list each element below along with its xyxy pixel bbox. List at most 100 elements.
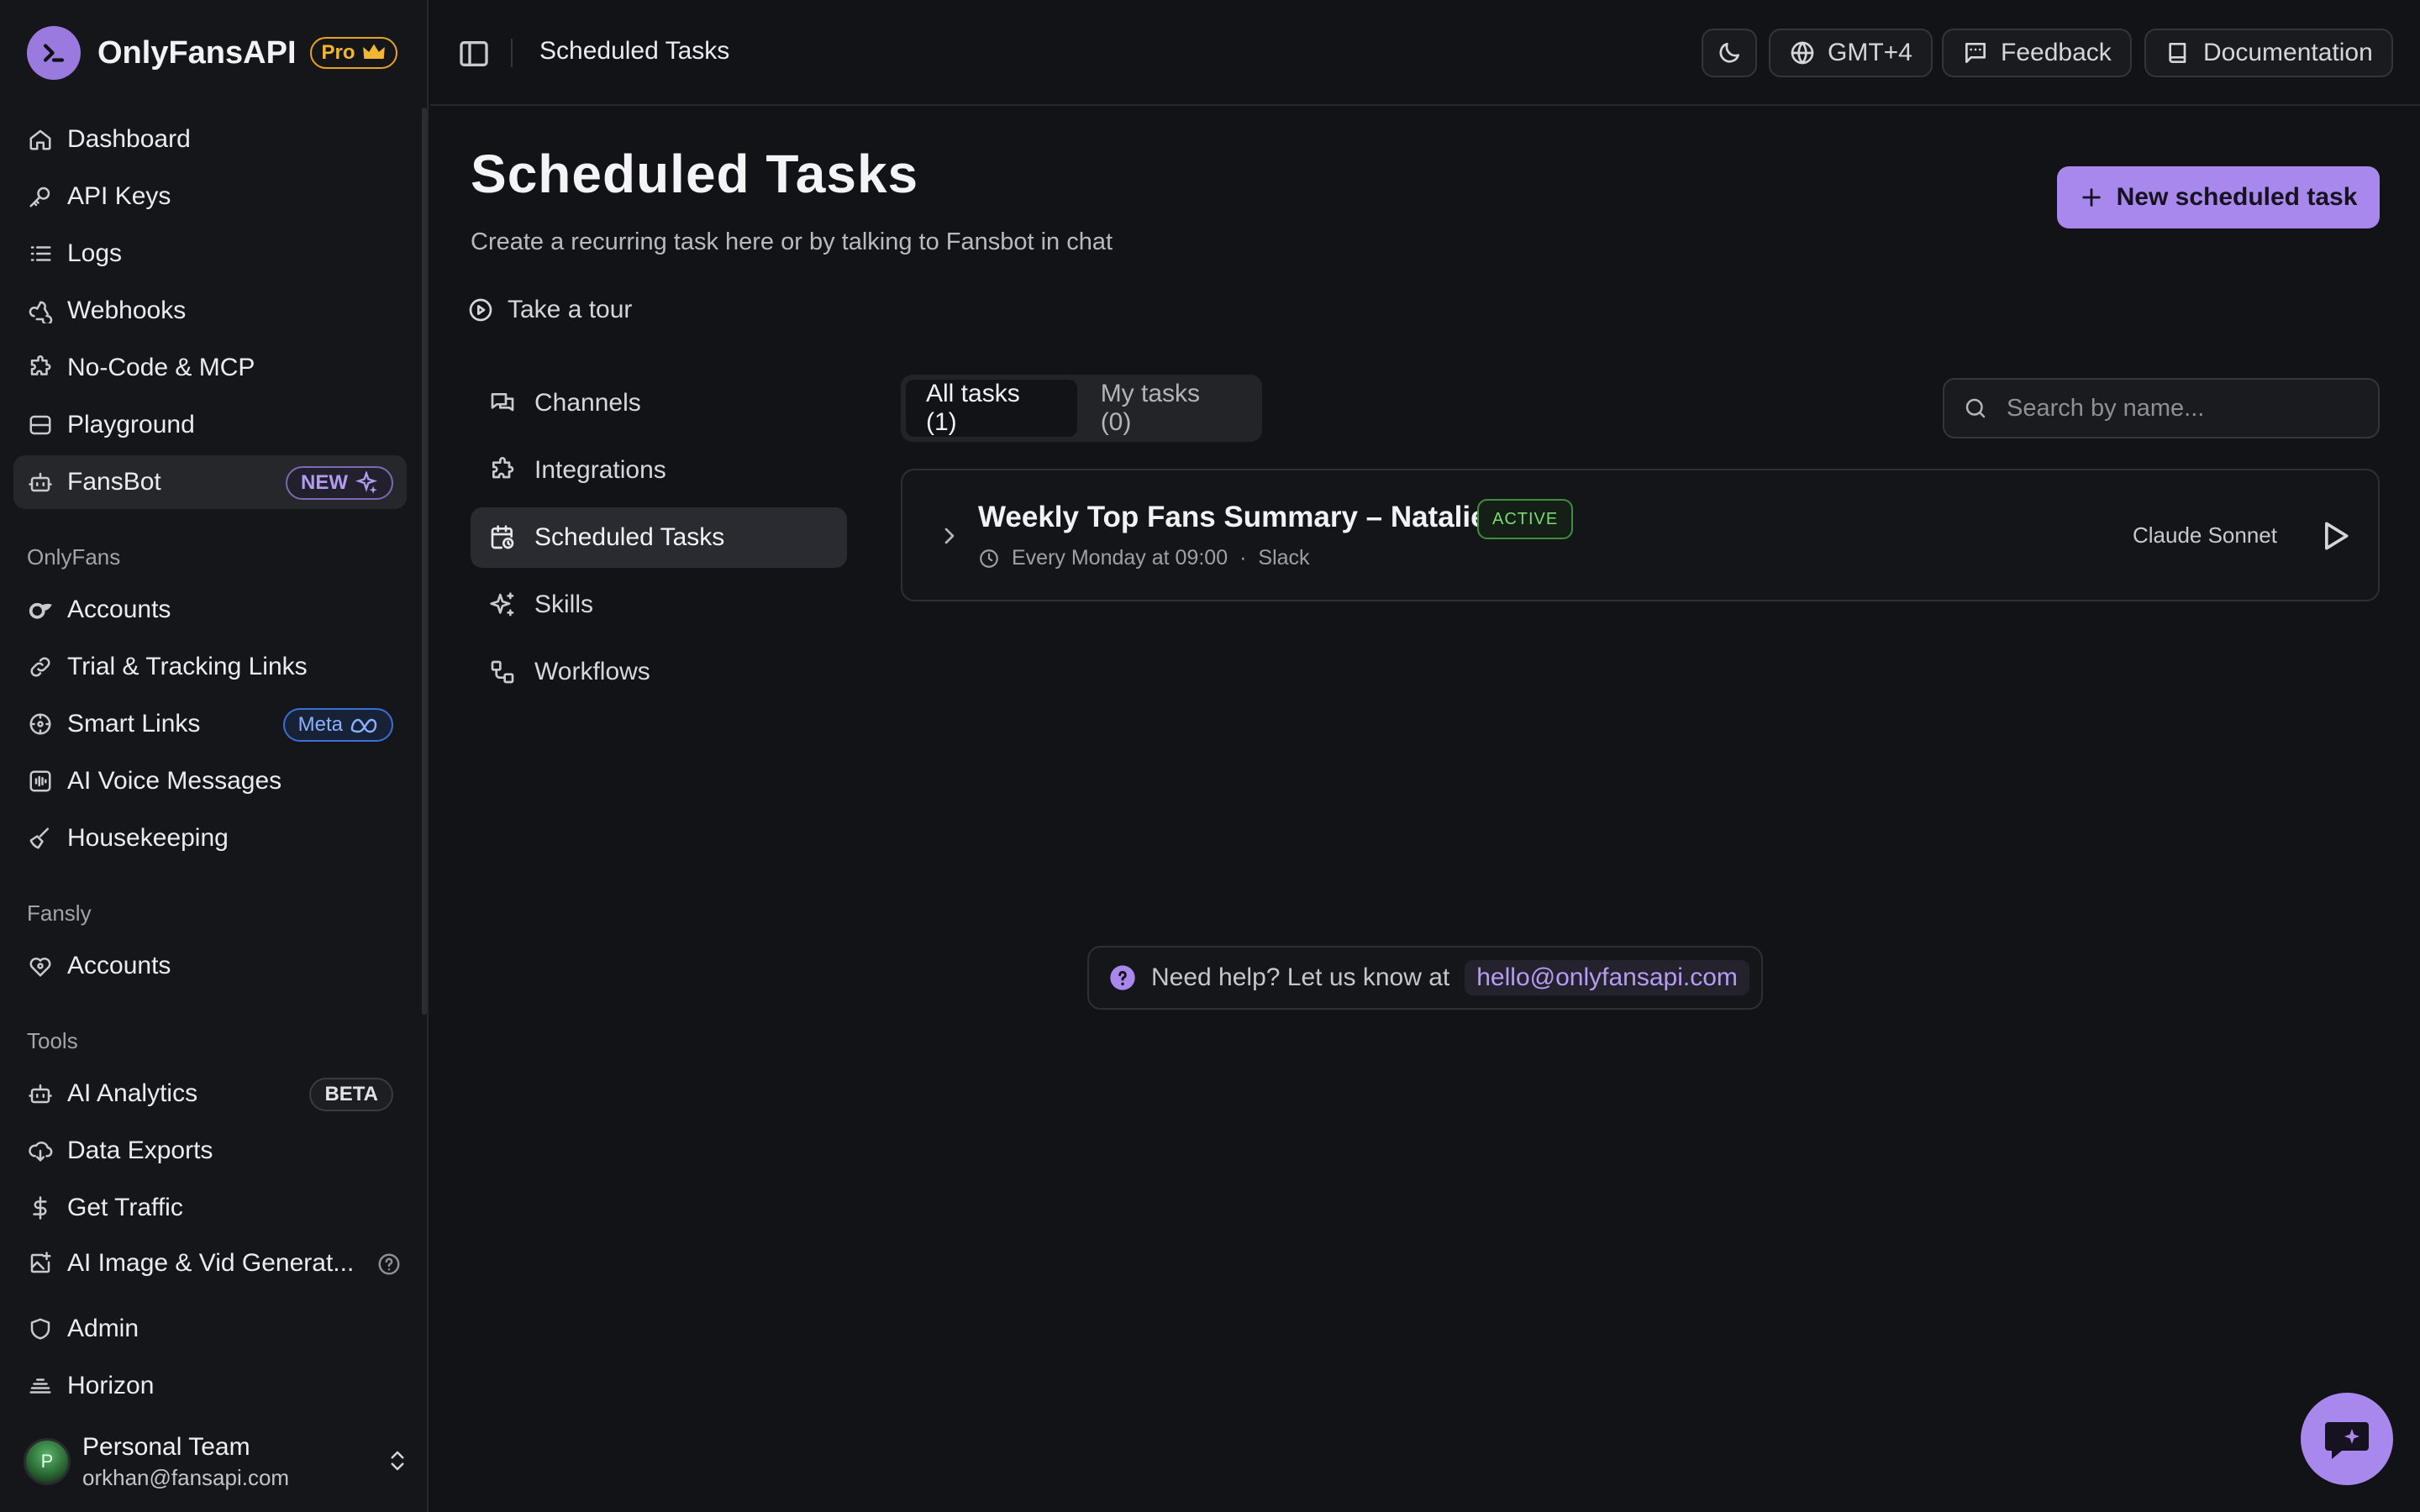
avatar: P bbox=[24, 1438, 71, 1485]
help-circle-icon bbox=[1109, 964, 1136, 991]
subnav-item-integrations[interactable]: Integrations bbox=[471, 440, 847, 501]
chat-launcher-button[interactable] bbox=[2301, 1393, 2393, 1485]
subnav-item-label: Workflows bbox=[534, 658, 650, 685]
task-name[interactable]: Weekly Top Fans Summary – Natalie bbox=[978, 501, 1487, 534]
subnav-item-label: Skills bbox=[534, 591, 594, 618]
page-title: Scheduled Tasks bbox=[471, 144, 919, 204]
brand-logo-icon bbox=[27, 26, 81, 80]
moon-icon bbox=[1716, 39, 1743, 66]
documentation-button[interactable]: Documentation bbox=[2144, 29, 2393, 77]
sidebar-item-get-traffic[interactable]: Get Traffic bbox=[13, 1181, 407, 1235]
sidebar-item-label: Dashboard bbox=[67, 125, 191, 153]
task-channel: Slack bbox=[1258, 546, 1310, 570]
task-schedule: Every Monday at 09:00 bbox=[1012, 546, 1228, 570]
sidebar-item-fansly-accounts[interactable]: Accounts bbox=[13, 939, 407, 993]
plus-icon bbox=[2080, 186, 2103, 209]
sidebar-item-playground[interactable]: Playground bbox=[13, 398, 407, 452]
sidebar-item-label: Horizon bbox=[67, 1372, 155, 1399]
tab-my-tasks[interactable]: My tasks (0) bbox=[1081, 380, 1257, 437]
help-circle-icon[interactable] bbox=[376, 1252, 402, 1277]
team-switcher[interactable]: P Personal Team orkhan@fansapi.com bbox=[24, 1428, 410, 1495]
webhook-icon bbox=[27, 297, 54, 324]
gamepad-icon bbox=[27, 412, 54, 438]
brand-name: OnlyFansAPI bbox=[97, 34, 297, 71]
search-icon bbox=[1963, 396, 1988, 421]
pro-badge-label: Pro bbox=[321, 41, 355, 64]
brand[interactable]: OnlyFansAPI Pro bbox=[27, 25, 397, 81]
subnav-item-scheduled-tasks[interactable]: Scheduled Tasks bbox=[471, 507, 847, 568]
bot-icon bbox=[27, 469, 54, 496]
feedback-button[interactable]: Feedback bbox=[1942, 29, 2132, 77]
sidebar-item-dashboard[interactable]: Dashboard bbox=[13, 113, 407, 166]
pro-badge: Pro bbox=[309, 37, 397, 69]
crown-icon bbox=[362, 44, 385, 59]
sidebar-item-ai-image-vid-generator[interactable]: AI Image & Vid Generat... bbox=[13, 1238, 407, 1289]
puzzle-icon bbox=[27, 354, 54, 381]
meta-badge: Meta bbox=[282, 708, 393, 742]
subnav-item-label: Scheduled Tasks bbox=[534, 523, 725, 551]
subnav-item-label: Integrations bbox=[534, 456, 666, 484]
sidebar-item-onlyfans-accounts[interactable]: Accounts bbox=[13, 583, 407, 637]
message-square-icon bbox=[1962, 39, 1989, 66]
sidebar-item-smart-links[interactable]: Smart Links Meta bbox=[13, 697, 407, 751]
image-sparkle-icon bbox=[27, 1250, 54, 1277]
help-email-link[interactable]: hello@onlyfansapi.com bbox=[1465, 960, 1749, 995]
take-a-tour-link[interactable]: Take a tour bbox=[467, 296, 632, 324]
chevrons-up-down-icon bbox=[385, 1446, 410, 1475]
sparkle-icon bbox=[355, 471, 378, 494]
sidebar-item-label: No-Code & MCP bbox=[67, 354, 255, 381]
sidebar-item-admin[interactable]: Admin bbox=[13, 1302, 407, 1356]
book-icon bbox=[2165, 39, 2191, 66]
subnav-item-skills[interactable]: Skills bbox=[471, 575, 847, 635]
chat-sparkle-icon bbox=[2320, 1412, 2374, 1466]
sidebar-item-ai-analytics[interactable]: AI Analytics BETA bbox=[13, 1067, 407, 1121]
sidebar-item-label: Playground bbox=[67, 411, 195, 438]
subnav-item-workflows[interactable]: Workflows bbox=[471, 642, 847, 702]
search-input[interactable] bbox=[2007, 394, 2360, 423]
sidebar-item-horizon[interactable]: Horizon bbox=[13, 1359, 407, 1413]
sidebar-item-webhooks[interactable]: Webhooks bbox=[13, 284, 407, 338]
new-scheduled-task-button[interactable]: New scheduled task bbox=[2057, 166, 2380, 228]
sidebar-item-label: AI Analytics bbox=[67, 1079, 198, 1107]
task-filter-tabs: All tasks (1) My tasks (0) bbox=[901, 375, 1262, 442]
task-model: Claude Sonnet bbox=[2132, 522, 2277, 548]
chat-bubbles-icon bbox=[489, 390, 516, 417]
sidebar-item-label: Webhooks bbox=[67, 297, 187, 324]
team-name: Personal Team bbox=[82, 1432, 250, 1461]
task-card[interactable]: Weekly Top Fans Summary – Natalie ACTIVE… bbox=[901, 469, 2380, 601]
documentation-label: Documentation bbox=[2203, 39, 2373, 66]
theme-toggle-button[interactable] bbox=[1702, 29, 1757, 77]
run-task-play-icon[interactable] bbox=[2316, 517, 2353, 554]
sidebar-toggle-icon[interactable] bbox=[457, 37, 491, 71]
sidebar-item-label: Data Exports bbox=[67, 1137, 213, 1164]
user-email: orkhan@fansapi.com bbox=[82, 1464, 290, 1490]
sidebar-item-label: Get Traffic bbox=[67, 1194, 183, 1221]
sidebar-item-label: Trial & Tracking Links bbox=[67, 653, 308, 680]
sidebar-item-no-code-mcp[interactable]: No-Code & MCP bbox=[13, 341, 407, 395]
audio-wave-icon bbox=[27, 768, 54, 795]
search-box bbox=[1943, 378, 2380, 438]
broom-icon bbox=[27, 825, 54, 852]
subnav-item-channels[interactable]: Channels bbox=[471, 373, 847, 433]
sidebar-scrollbar[interactable] bbox=[422, 108, 427, 1015]
sidebar-item-fansbot[interactable]: FansBot NEW bbox=[13, 455, 407, 509]
sidebar: OnlyFansAPI Pro Dashboard API Keys Logs … bbox=[0, 0, 429, 1512]
sidebar-item-trial-tracking-links[interactable]: Trial & Tracking Links bbox=[13, 640, 407, 694]
sidebar-item-data-exports[interactable]: Data Exports bbox=[13, 1124, 407, 1178]
smart-link-icon bbox=[27, 711, 54, 738]
sidebar-item-housekeeping[interactable]: Housekeeping bbox=[13, 811, 407, 865]
onlyfans-logo-icon bbox=[27, 596, 54, 623]
sidebar-item-ai-voice-messages[interactable]: AI Voice Messages bbox=[13, 754, 407, 808]
timezone-label: GMT+4 bbox=[1828, 39, 1912, 66]
chevron-right-icon[interactable] bbox=[936, 522, 963, 549]
sidebar-item-api-keys[interactable]: API Keys bbox=[13, 170, 407, 223]
sidebar-item-label: Accounts bbox=[67, 952, 171, 979]
tab-all-tasks[interactable]: All tasks (1) bbox=[906, 380, 1077, 437]
topbar-divider bbox=[511, 39, 513, 67]
sidebar-item-label: Admin bbox=[67, 1315, 139, 1342]
sidebar-item-logs[interactable]: Logs bbox=[13, 227, 407, 281]
task-meta: Every Monday at 09:00 · Slack bbox=[978, 546, 1310, 570]
timezone-button[interactable]: GMT+4 bbox=[1769, 29, 1933, 77]
meta-separator: · bbox=[1239, 546, 1247, 570]
section-label-onlyfans: OnlyFans bbox=[27, 544, 121, 570]
